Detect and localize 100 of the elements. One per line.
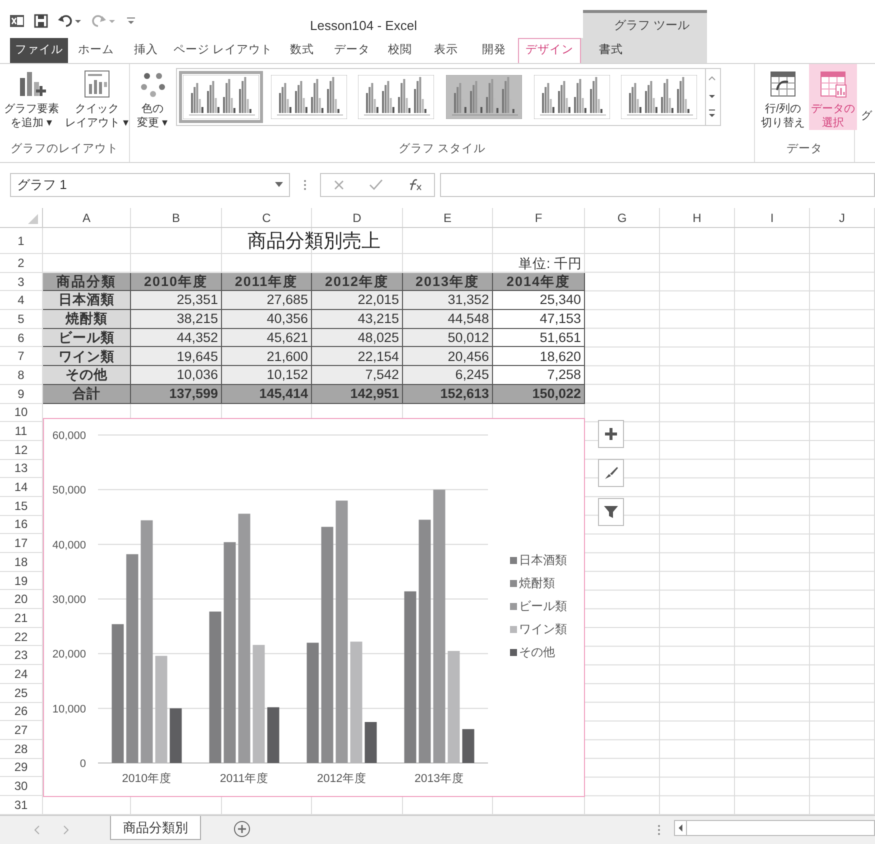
row-header[interactable]: 13 [0, 460, 43, 478]
column-header[interactable]: F [493, 208, 585, 227]
bar[interactable] [209, 612, 222, 763]
row-header[interactable]: 20 [0, 590, 43, 610]
function-icon[interactable] [408, 179, 422, 191]
legend-label[interactable]: その他 [519, 645, 555, 659]
ribbon-button[interactable]: クイック レイアウト ▾ [63, 64, 132, 130]
bar[interactable] [364, 722, 377, 763]
column-header[interactable]: E [403, 208, 493, 227]
row-header[interactable]: 27 [0, 721, 43, 740]
row-header[interactable]: 2 [0, 254, 43, 273]
check-icon[interactable] [369, 179, 384, 191]
bar[interactable] [321, 526, 334, 763]
row-header[interactable]: 21 [0, 609, 43, 628]
row-header[interactable]: 29 [0, 758, 43, 778]
column-header[interactable]: I [735, 208, 810, 227]
column-header[interactable]: G [585, 208, 660, 227]
column-header[interactable]: B [131, 208, 222, 227]
ribbon-tab[interactable]: デザイン [518, 38, 581, 63]
ribbon-tab[interactable]: 数式 [278, 38, 326, 63]
bar[interactable] [267, 707, 280, 763]
ribbon-tab[interactable]: 校閲 [378, 38, 422, 63]
chart-area[interactable]: 0 10,000 20,000 30,000 40,000 50,000 60,000 2010年度 2011年度 2012年度 2013年度 日本酒類 焼酎類 ビール類 ワイン類 その他 [43, 418, 585, 797]
bar[interactable] [140, 520, 153, 763]
undo-icon[interactable] [58, 14, 82, 28]
ribbon-button[interactable]: 色の 変更 ▾ [133, 64, 172, 130]
horizontal-scrollbar[interactable] [674, 820, 875, 836]
ribbon-button[interactable]: グラフ要素 を追加 ▾ [2, 64, 61, 130]
bar[interactable] [252, 644, 265, 763]
ribbon-tab[interactable]: ホーム [68, 38, 124, 63]
excel-icon[interactable] [10, 14, 24, 28]
bar[interactable] [126, 554, 138, 763]
bar[interactable] [418, 520, 431, 763]
chart-elements-button[interactable] [598, 420, 624, 448]
row-header[interactable]: 22 [0, 628, 43, 646]
column-header[interactable]: A [43, 208, 131, 227]
bar[interactable] [224, 542, 236, 763]
legend-label[interactable]: 焼酎類 [519, 576, 555, 590]
bar[interactable] [404, 591, 416, 763]
bar[interactable] [238, 514, 250, 763]
bar[interactable] [112, 624, 124, 763]
split-handle-icon[interactable] [656, 823, 662, 837]
next-sheet-icon[interactable] [62, 825, 70, 835]
row-header[interactable]: 16 [0, 516, 43, 534]
row-header[interactable]: 11 [0, 422, 43, 441]
row-header[interactable]: 19 [0, 572, 43, 590]
bar[interactable] [155, 656, 168, 763]
row-header[interactable]: 12 [0, 440, 43, 460]
row-header[interactable]: 15 [0, 496, 43, 516]
chart-styles-button[interactable] [598, 459, 624, 487]
legend-label[interactable]: ビール類 [519, 599, 567, 613]
row-header[interactable]: 4 [0, 291, 43, 310]
formula-input[interactable] [440, 173, 875, 197]
ribbon-tab[interactable]: 開発 [470, 38, 518, 63]
ribbon-tab[interactable]: 挿入 [124, 38, 168, 63]
row-header[interactable]: 3 [0, 272, 43, 292]
row-header[interactable]: 26 [0, 702, 43, 722]
row-header[interactable]: 9 [0, 384, 43, 404]
row-header[interactable]: 10 [0, 404, 43, 422]
select-all-icon[interactable] [28, 214, 38, 224]
row-header[interactable]: 24 [0, 665, 43, 684]
chart-filters-button[interactable] [598, 498, 624, 526]
bar[interactable] [448, 650, 460, 763]
column-header[interactable]: J [810, 208, 875, 227]
row-header[interactable]: 30 [0, 777, 43, 796]
bar[interactable] [336, 500, 348, 763]
row-header[interactable]: 6 [0, 328, 43, 348]
row-header[interactable]: 18 [0, 553, 43, 572]
save-icon[interactable] [34, 14, 48, 28]
row-header[interactable]: 14 [0, 478, 43, 497]
ribbon-tab[interactable]: 表示 [422, 38, 470, 63]
column-header[interactable]: C [222, 208, 312, 227]
row-header[interactable]: 7 [0, 347, 43, 366]
bar[interactable] [170, 708, 182, 763]
customize-icon[interactable] [126, 15, 136, 27]
row-header[interactable]: 31 [0, 796, 43, 815]
row-header[interactable]: 28 [0, 740, 43, 759]
row-header[interactable]: 23 [0, 646, 43, 666]
column-header[interactable]: D [312, 208, 403, 227]
legend-label[interactable]: ワイン類 [519, 622, 567, 636]
ribbon-tab[interactable]: ファイル [10, 38, 68, 63]
bar[interactable] [433, 490, 446, 763]
name-box[interactable]: グラフ 1 [10, 173, 290, 197]
row-header[interactable]: 25 [0, 684, 43, 702]
chart-style-thumbnail[interactable] [179, 71, 263, 123]
row-header[interactable]: 17 [0, 534, 43, 553]
ribbon-button[interactable]: 行/列の 切り替え [759, 64, 807, 130]
legend-label[interactable]: 日本酒類 [519, 553, 567, 567]
row-header[interactable]: 5 [0, 310, 43, 329]
ribbon-tab[interactable]: データ [326, 38, 378, 63]
ribbon-tab[interactable]: ページ レイアウト [168, 38, 278, 63]
row-header[interactable]: 1 [0, 228, 43, 254]
bar[interactable] [350, 642, 362, 763]
redo-icon[interactable] [92, 14, 116, 28]
bar[interactable] [462, 729, 474, 763]
row-header[interactable]: 8 [0, 366, 43, 385]
add-sheet-icon[interactable] [233, 820, 251, 838]
previous-sheet-icon[interactable] [33, 825, 41, 835]
dropdown-icon[interactable] [275, 182, 283, 188]
column-header[interactable]: H [660, 208, 735, 227]
